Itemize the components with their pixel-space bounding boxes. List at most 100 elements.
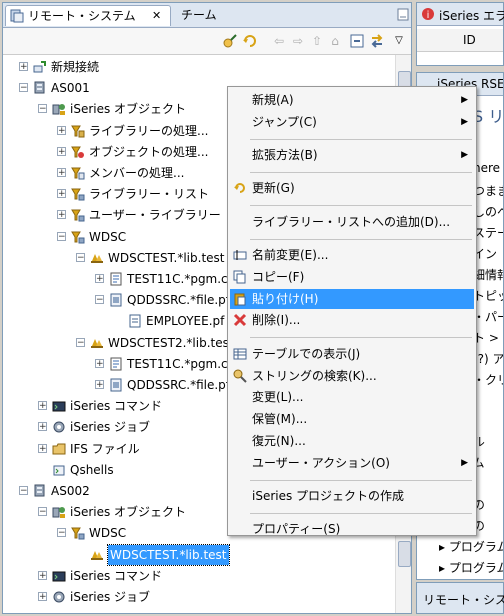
expand-icon[interactable]: + xyxy=(57,210,66,220)
menu-item[interactable]: 新規(A) ▶ xyxy=(230,90,474,110)
menu-item[interactable]: コピー(F) xyxy=(230,267,474,287)
menu-item[interactable]: iSeries プロジェクトの作成 xyxy=(230,486,474,506)
tree-node[interactable]: + iSeries コマンド xyxy=(3,566,395,586)
expand-icon[interactable]: + xyxy=(38,592,47,602)
rse-bullet-label[interactable]: プログラム xyxy=(449,561,503,575)
menu-item[interactable]: 復元(N)... xyxy=(230,431,474,451)
iseries-objects-icon xyxy=(52,505,66,519)
tree-node-label[interactable]: 新規接続 xyxy=(51,57,99,77)
tree-node-label[interactable]: iSeries オブジェクト xyxy=(70,99,186,119)
remote-systems-bottom-tab[interactable]: リモート・シス xyxy=(423,591,504,608)
tree-node-label[interactable]: ライブラリーの処理... xyxy=(89,121,208,141)
menu-item[interactable]: ストリングの検索(K)... xyxy=(230,366,474,386)
tree-node-label[interactable]: QDDSSRC.*file.pf xyxy=(127,375,230,395)
menu-item[interactable]: 名前変更(E)... xyxy=(230,245,474,265)
tree-node-label[interactable]: WDSCTEST.*lib.test xyxy=(107,543,230,566)
tree-node-label[interactable]: iSeries コマンド xyxy=(70,566,162,586)
menu-item[interactable]: 変更(L)... xyxy=(230,387,474,407)
menu-item[interactable]: 拡張方法(B) ▶ xyxy=(230,145,474,165)
tree-node-label[interactable]: QDDSSRC.*file.pf xyxy=(127,290,230,310)
back-icon[interactable]: ⇦ xyxy=(271,33,287,49)
tree-node-label[interactable]: iSeries ジョブ xyxy=(70,587,150,607)
tree-node-label[interactable]: EMPLOYEE.pf xyxy=(146,311,224,331)
close-icon[interactable]: ✕ xyxy=(152,6,161,26)
menu-item[interactable]: 削除(I)... xyxy=(230,310,474,330)
rse-bullet-link[interactable]: ▸ プログラム xyxy=(439,538,503,555)
menu-item[interactable]: 貼り付け(H) xyxy=(230,288,474,309)
expand-icon[interactable]: + xyxy=(57,168,66,178)
expand-icon[interactable]: + xyxy=(95,380,104,390)
collapse-icon[interactable]: − xyxy=(38,104,47,114)
tree-node[interactable]: WDSCTEST.*lib.test xyxy=(3,543,395,566)
expand-icon[interactable]: + xyxy=(19,62,28,72)
tree-node-label[interactable]: iSeries オブジェクト xyxy=(70,502,186,522)
menu-item[interactable]: ユーザー・アクション(O) ▶ xyxy=(230,453,474,473)
rse-bullet-label[interactable]: プログラム xyxy=(449,540,503,554)
collapse-icon[interactable]: − xyxy=(95,295,104,305)
tree-node-label[interactable]: WDSCTEST.*lib.test xyxy=(108,248,225,268)
expand-icon[interactable]: + xyxy=(57,146,66,156)
collapse-all-icon[interactable] xyxy=(349,33,365,49)
menu-item[interactable]: 保管(M)... xyxy=(230,409,474,429)
expand-icon[interactable]: + xyxy=(38,443,47,453)
menu-separator xyxy=(250,512,472,514)
expand-icon[interactable]: + xyxy=(95,274,104,284)
rse-bullet-link[interactable]: ▸ プログラム xyxy=(439,559,503,576)
tree-node-label[interactable]: メンバーの処理... xyxy=(89,163,184,183)
tree-node-label[interactable]: TEST11C.*pgm.c xyxy=(127,354,228,374)
menu-item[interactable]: プロパティー(S) xyxy=(230,519,474,539)
expand-icon[interactable]: + xyxy=(38,570,47,580)
column-id[interactable]: ID xyxy=(463,33,476,47)
ifs-icon xyxy=(52,442,66,456)
tree-node[interactable]: + iSeries ジョブ xyxy=(3,587,395,607)
menu-item[interactable]: テーブルでの表示(J) xyxy=(230,344,474,364)
home-icon[interactable]: ⌂ xyxy=(327,33,343,49)
up-icon[interactable]: ⇧ xyxy=(309,33,325,49)
rse-text-line: (?) ア xyxy=(473,352,504,366)
tree-node-label[interactable]: Qshells xyxy=(70,460,114,480)
tree-node-label[interactable]: AS001 xyxy=(51,78,90,98)
tree-node-label[interactable]: iSeries コマンド xyxy=(70,396,162,416)
rse-heading: S リモ xyxy=(473,107,504,126)
collapse-icon[interactable]: − xyxy=(57,231,66,241)
expand-icon[interactable]: + xyxy=(95,358,104,368)
menu-item[interactable]: ジャンプ(C) ▶ xyxy=(230,112,474,132)
tree-node-label[interactable]: AS002 xyxy=(51,481,90,501)
error-list-tab[interactable]: iSeries エラ xyxy=(439,7,504,24)
tab-team[interactable]: チーム xyxy=(173,5,243,26)
tree-node-label[interactable]: WDSC xyxy=(89,523,126,543)
menu-item[interactable]: ライブラリー・リストへの追加(D)... xyxy=(230,212,474,232)
expand-icon[interactable]: + xyxy=(38,422,47,432)
expand-icon[interactable]: + xyxy=(57,189,66,199)
jobs-icon xyxy=(52,420,66,434)
tree-node-label[interactable]: TEST11C.*pgm.c xyxy=(127,269,228,289)
collapse-icon[interactable]: − xyxy=(38,507,47,517)
collapse-icon[interactable]: − xyxy=(57,528,66,538)
menu-item[interactable]: 更新(G) xyxy=(230,178,474,198)
expand-icon[interactable]: + xyxy=(57,125,66,135)
refresh-icon[interactable] xyxy=(242,33,258,49)
tree-node-label[interactable]: WDSC xyxy=(89,227,126,247)
collapse-icon[interactable]: − xyxy=(76,252,85,262)
program-icon xyxy=(109,272,123,286)
minimize-icon[interactable] xyxy=(397,8,409,22)
tree-node[interactable]: + 新規接続 xyxy=(3,57,395,77)
tree-node-label[interactable]: iSeries ジョブ xyxy=(70,417,150,437)
collapse-icon[interactable]: − xyxy=(76,337,85,347)
expand-icon[interactable]: + xyxy=(38,401,47,411)
view-menu-icon[interactable]: ▽ xyxy=(391,33,407,49)
connect-icon[interactable] xyxy=(222,33,238,49)
tree-node-label[interactable]: オブジェクトの処理... xyxy=(89,142,208,162)
forward-icon[interactable]: ⇨ xyxy=(290,33,306,49)
link-editor-icon[interactable] xyxy=(369,33,385,49)
collapse-icon[interactable]: − xyxy=(19,83,28,93)
scrollbar-thumb-lower[interactable] xyxy=(398,541,411,567)
file-icon xyxy=(109,378,123,392)
collapse-icon[interactable]: − xyxy=(19,486,28,496)
tree-node-label[interactable]: ユーザー・ライブラリー xyxy=(89,205,221,225)
tree-node-label[interactable]: IFS ファイル xyxy=(70,439,140,459)
tree-node-label[interactable]: WDSCTEST2.*lib.test xyxy=(108,333,234,353)
tab-remote-systems[interactable]: リモート・システム ✕ xyxy=(5,5,171,26)
object-filter-icon xyxy=(71,145,85,159)
tree-node-label[interactable]: ライブラリー・リスト xyxy=(89,184,209,204)
